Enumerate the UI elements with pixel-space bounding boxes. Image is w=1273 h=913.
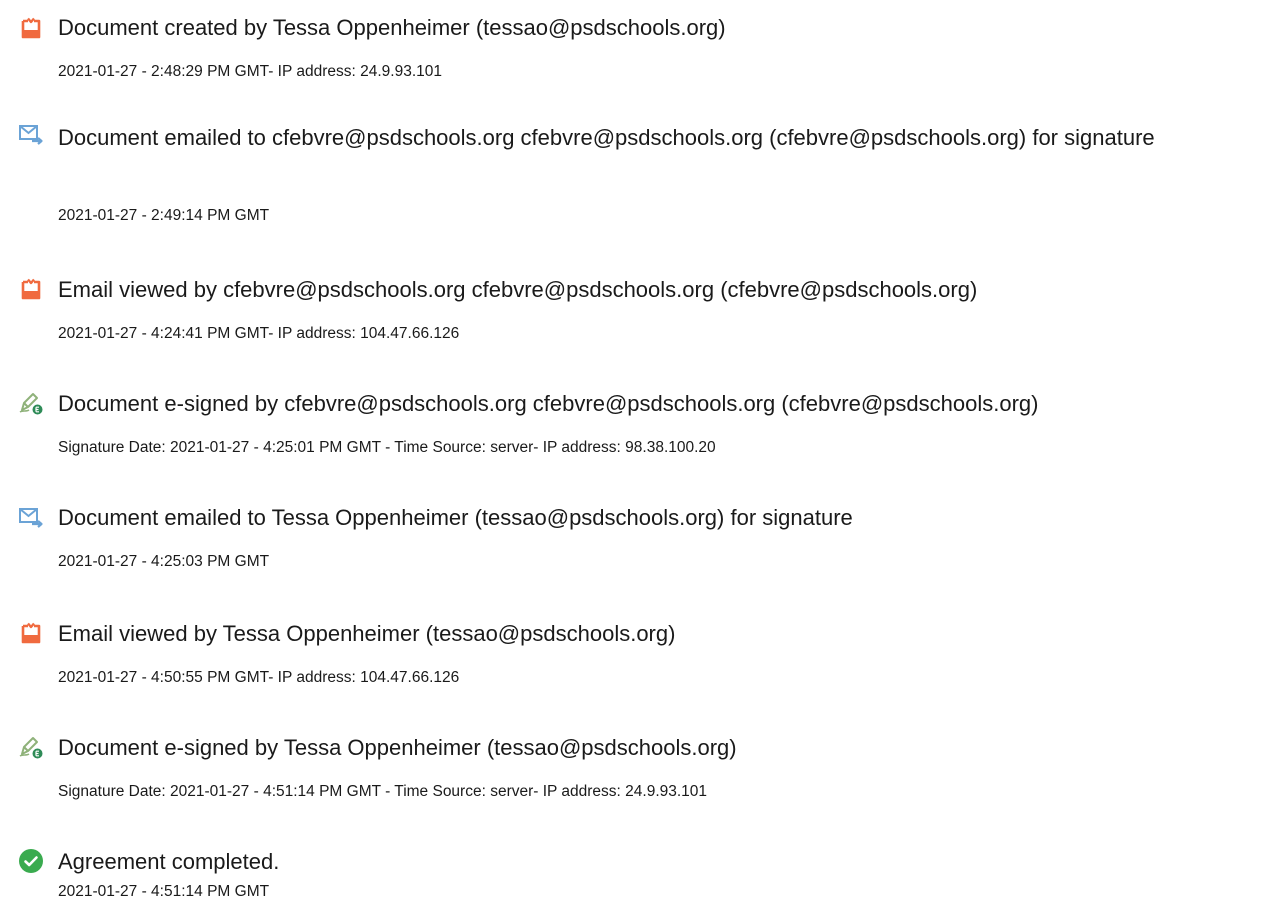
event-meta: 2021-01-27 - 4:24:41 PM GMT- IP address:…: [58, 325, 460, 342]
event-title: Document e-signed by cfebvre@psdschools.…: [58, 391, 1039, 416]
document-icon: [18, 621, 44, 647]
event-title: Agreement completed.: [58, 849, 280, 874]
event-meta: 2021-01-27 - 2:48:29 PM GMT- IP address:…: [58, 63, 442, 80]
event-title: Email viewed by cfebvre@psdschools.org c…: [58, 277, 978, 302]
document-icon: [18, 16, 44, 42]
event-title: Email viewed by Tessa Oppenheimer (tessa…: [58, 621, 676, 646]
check-circle-icon: [18, 848, 44, 874]
event-meta: 2021-01-27 - 4:25:03 PM GMT: [58, 553, 270, 570]
event-title: Document e-signed by Tessa Oppenheimer (…: [58, 735, 737, 760]
document-icon: [18, 277, 44, 303]
event-meta: Signature Date: 2021-01-27 - 4:51:14 PM …: [58, 783, 708, 800]
email-icon: [18, 505, 44, 531]
esign-icon: [18, 734, 44, 760]
event-meta: 2021-01-27 - 4:51:14 PM GMT: [58, 883, 270, 900]
email-icon: [18, 122, 44, 148]
esign-icon: [18, 390, 44, 416]
event-title: Document emailed to cfebvre@psdschools.o…: [58, 125, 1155, 150]
event-meta: 2021-01-27 - 2:49:14 PM GMT: [58, 207, 270, 224]
event-title: Document emailed to Tessa Oppenheimer (t…: [58, 505, 853, 530]
event-meta: Signature Date: 2021-01-27 - 4:25:01 PM …: [58, 439, 716, 456]
event-title: Document created by Tessa Oppenheimer (t…: [58, 15, 726, 40]
event-meta: 2021-01-27 - 4:50:55 PM GMT- IP address:…: [58, 669, 460, 686]
